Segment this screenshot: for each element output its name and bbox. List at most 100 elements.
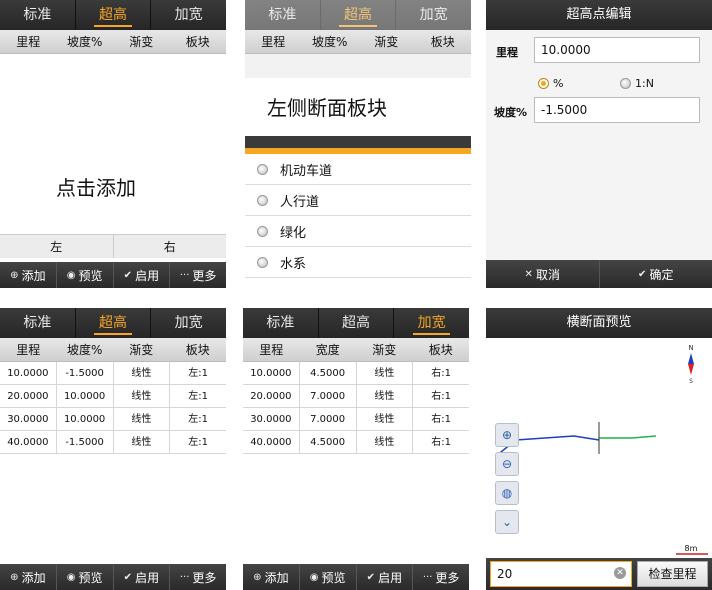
table-row[interactable]: 30.0000 10.0000 线性 左:1 [0,407,226,431]
table-row[interactable]: 10.0000 -1.5000 线性 左:1 [0,361,226,385]
radio-icon [620,78,631,89]
col-transition: 渐变 [374,35,399,49]
dialog-buttons: ✕ 取消 ✔ 确定 [486,260,712,288]
tab-superelevation[interactable]: 超高 [317,308,394,338]
enable-button[interactable]: ✔ 启用 [112,564,170,590]
right-side-button[interactable]: 右 [114,235,227,258]
compass-n: N [688,344,693,352]
list-item[interactable]: 绿化 [245,216,471,247]
list-item[interactable]: 水系 [245,247,471,278]
col-mileage: 里程 [16,343,41,357]
bottom-toolbar: ⊕ 添加 ◉ 预览 ✔ 启用 ··· 更多 [0,262,226,288]
bottom-toolbar: ⊕ 添加 ◉ 预览 ✔ 启用 ··· 更多 [243,564,469,590]
tab-widening[interactable]: 加宽 [393,308,469,338]
tab-standard[interactable]: 标准 [0,308,75,338]
slope-field[interactable]: -1.5000 [534,97,700,123]
bottom-bar: 20 ✕ 检查里程 [486,558,712,590]
tab-bar: 标准 超高 加宽 [245,0,471,30]
check-circle-icon: ✔ [123,571,133,583]
col-transition: 渐变 [129,343,154,357]
radio-icon [257,194,268,206]
unit-option-ratio[interactable]: 1:N [620,77,654,90]
add-button[interactable]: ⊕ 添加 [0,564,56,590]
tab-standard[interactable]: 标准 [245,0,320,30]
check-circle-icon: ✔ [123,269,133,281]
col-block: 板块 [185,35,210,49]
col-transition: 渐变 [372,343,397,357]
list-item[interactable]: 人行道 [245,185,471,216]
more-button[interactable]: ··· 更多 [169,262,226,288]
cancel-button[interactable]: ✕ 取消 [486,260,599,288]
mileage-label: 里程 [496,46,518,59]
globe-button[interactable]: ◍ [495,481,519,505]
tab-widening[interactable]: 加宽 [150,0,226,30]
table-row[interactable]: 40.0000 4.5000 线性 右:1 [243,430,469,454]
radio-icon [257,225,268,237]
expand-down-button[interactable]: ⌄ [495,510,519,534]
scale-bar: 8m [676,544,708,555]
tab-bar: 标准 超高 加宽 [0,308,226,338]
col-block: 板块 [185,343,210,357]
list-item[interactable]: 机动车道 [245,154,471,185]
tab-standard[interactable]: 标准 [0,0,75,30]
table-row[interactable]: 20.0000 7.0000 线性 右:1 [243,384,469,408]
cross-section-canvas[interactable]: N S 8m [486,338,712,558]
col-block: 板块 [428,343,453,357]
dialog-title: 超高点编辑 [486,0,712,30]
tab-widening[interactable]: 加宽 [150,308,226,338]
left-side-button[interactable]: 左 [0,235,114,258]
add-button[interactable]: ⊕ 添加 [243,564,299,590]
zoom-in-button[interactable]: ⊕ [495,423,519,447]
panel-empty-super: 标准 超高 加宽 里程 坡度% 渐变 板块 点击添加 左 右 ⊕ 添加 ◉ 预览 ✔… [0,0,226,288]
more-icon: ··· [179,269,190,281]
col-slope: 坡度% [312,35,348,49]
col-width: 宽度 [315,343,340,357]
table-row[interactable]: 40.0000 -1.5000 线性 左:1 [0,430,226,454]
table-header: 里程 坡度% 渐变 板块 [0,30,226,54]
more-icon: ··· [422,571,433,583]
col-slope: 坡度% [67,35,103,49]
tab-bar: 标准 超高 加宽 [243,308,469,338]
more-button[interactable]: ··· 更多 [169,564,226,590]
preview-title: 横断面预览 [486,308,712,338]
table-header: 里程 坡度% 渐变 板块 [245,30,471,54]
tab-superelevation[interactable]: 超高 [74,308,151,338]
col-block: 板块 [430,35,455,49]
radio-selected-icon [538,78,549,89]
right-section-line [599,435,657,439]
check-circle-icon: ✔ [366,571,376,583]
table-row[interactable]: 30.0000 7.0000 线性 右:1 [243,407,469,431]
tab-superelevation[interactable]: 超高 [74,0,151,30]
svg-text:8m: 8m [685,544,698,553]
tab-widening[interactable]: 加宽 [395,0,471,30]
clear-icon[interactable]: ✕ [614,567,626,579]
add-hint[interactable]: 点击添加 [56,172,136,201]
close-icon: ✕ [524,268,533,280]
caption-left-block: 左侧断面板块 [267,96,387,120]
confirm-button[interactable]: ✔ 确定 [598,260,712,288]
side-selector: 左 右 [0,234,226,258]
panel-widen-table: 标准 超高 加宽 里程 宽度 渐变 板块 10.0000 4.5000 线性 右:1 … [243,308,469,590]
unit-option-percent[interactable]: % [538,77,563,90]
plus-icon: ⊕ [10,269,19,281]
mileage-field[interactable]: 10.0000 [534,37,700,63]
zoom-out-button[interactable]: ⊖ [495,452,519,476]
add-button[interactable]: ⊕ 添加 [0,262,56,288]
enable-button[interactable]: ✔ 启用 [355,564,413,590]
check-mileage-button[interactable]: 检查里程 [637,561,708,587]
tab-bar: 标准 超高 加宽 [0,0,226,30]
table-row[interactable]: 10.0000 4.5000 线性 右:1 [243,361,469,385]
table-row[interactable]: 20.0000 10.0000 线性 左:1 [0,384,226,408]
mileage-input[interactable]: 20 ✕ [490,561,632,587]
col-mileage: 里程 [16,35,41,49]
preview-button[interactable]: ◉ 预览 [55,564,113,590]
panel-edit-dialog: 超高点编辑 里程 10.0000 % 1:N 坡度% -1.5000 ✕ 取消 ✔… [486,0,712,288]
slope-label: 坡度% [494,106,528,119]
preview-button[interactable]: ◉ 预览 [298,564,356,590]
preview-button[interactable]: ◉ 预览 [55,262,113,288]
more-button[interactable]: ··· 更多 [412,564,469,590]
tab-superelevation[interactable]: 超高 [319,0,396,30]
plus-icon: ⊕ [253,571,262,583]
tab-standard[interactable]: 标准 [243,308,318,338]
enable-button[interactable]: ✔ 启用 [112,262,170,288]
